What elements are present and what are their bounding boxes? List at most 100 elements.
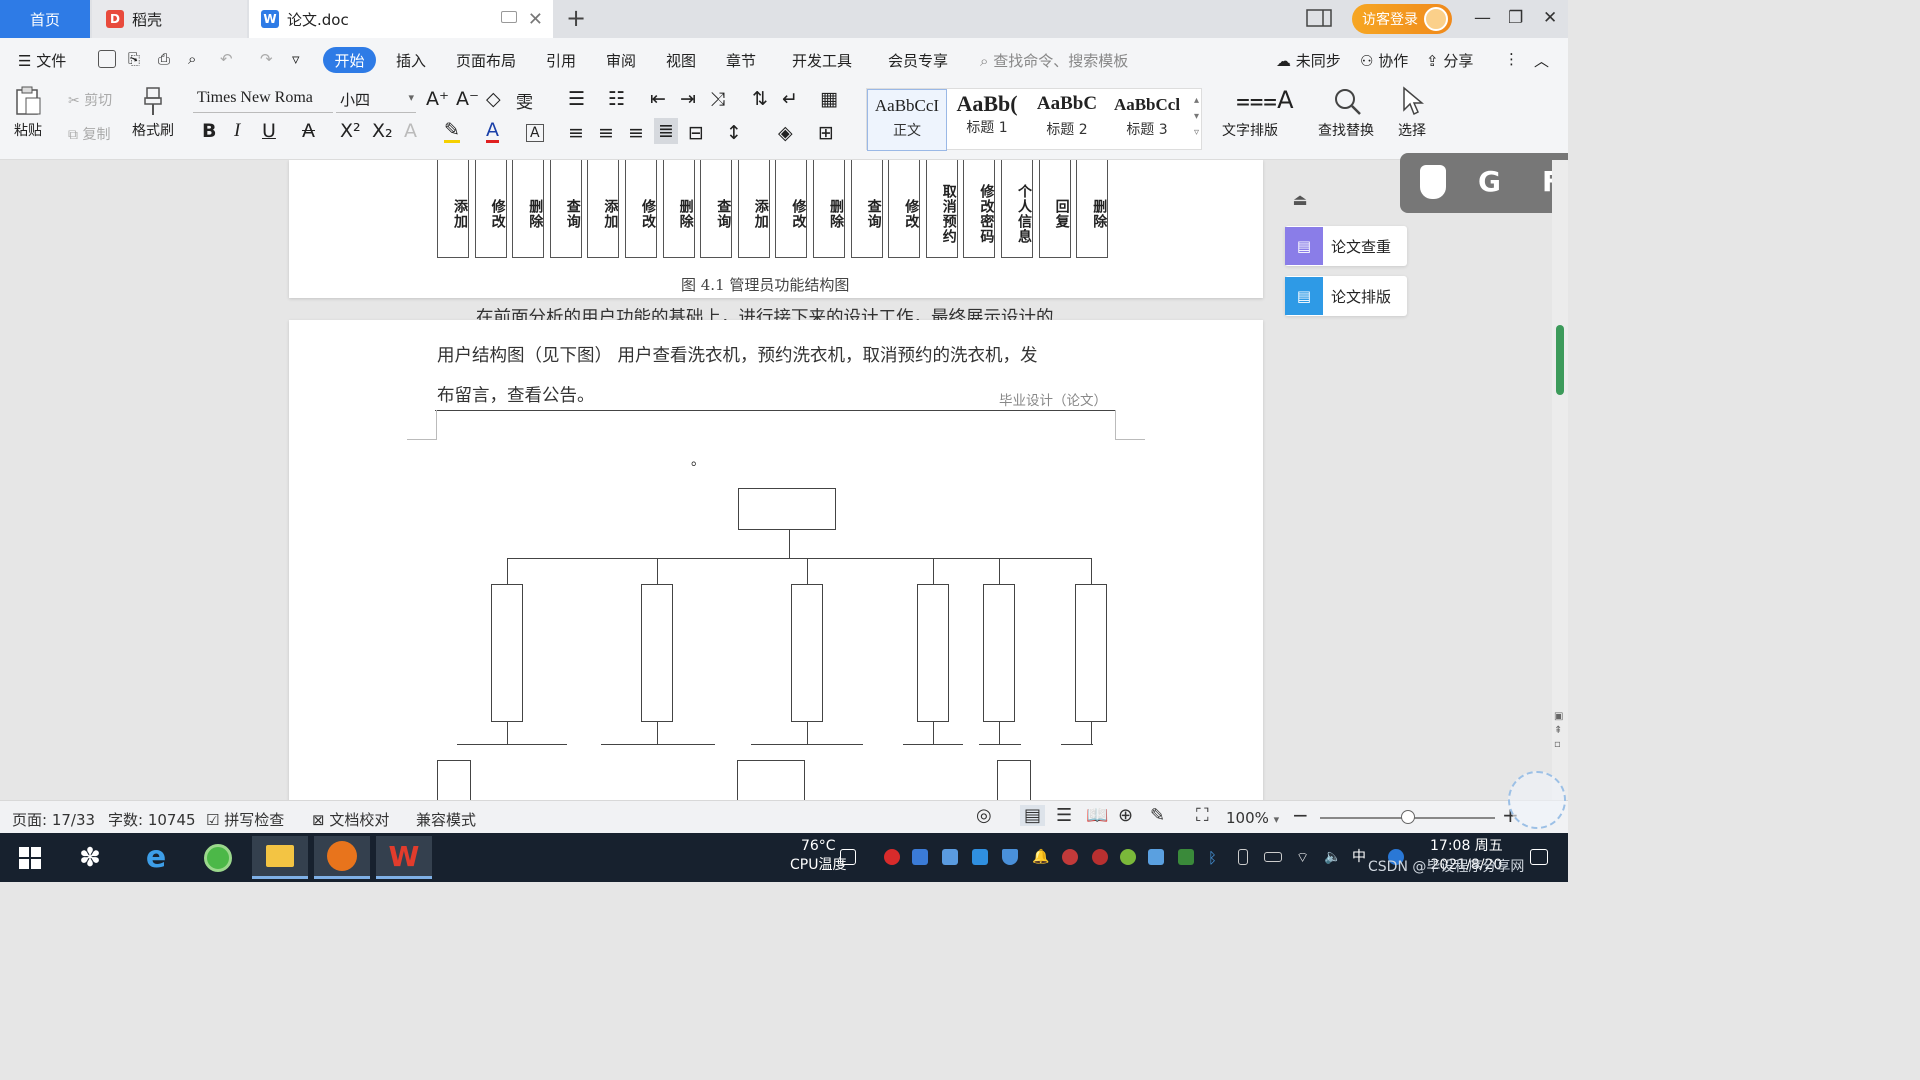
borders-icon[interactable]: ⊞ [818, 122, 834, 144]
font-name-select[interactable]: Times New Roma [193, 89, 333, 113]
tray-app-icon[interactable] [972, 849, 988, 865]
clear-format-icon[interactable]: ◇ [486, 88, 501, 110]
tray-app-icon[interactable] [1092, 849, 1108, 865]
menu-insert[interactable]: 插入 [396, 50, 426, 71]
menu-chapter[interactable]: 章节 [726, 50, 756, 71]
style-scroll-icon[interactable]: ▴ ▾ ▿ [1194, 93, 1199, 141]
assistant-robot-icon[interactable] [1508, 771, 1566, 829]
windows-start-icon[interactable] [2, 836, 58, 879]
keyboard-tray-icon[interactable] [840, 849, 856, 865]
increase-indent-icon[interactable]: ⇥ [680, 88, 696, 110]
restore-icon[interactable]: ❐ [1508, 8, 1523, 28]
outline-view-icon[interactable]: ☰ [1056, 805, 1072, 826]
zoom-out-icon[interactable]: − [1292, 803, 1309, 827]
text-effect-icon[interactable]: A [404, 120, 417, 142]
bluetooth-icon[interactable]: ᛒ [1208, 849, 1224, 867]
menu-references[interactable]: 引用 [546, 50, 576, 71]
wps-icon[interactable]: W [376, 836, 432, 879]
floating-letter-g[interactable]: G [1478, 165, 1501, 198]
recorder-app-icon[interactable] [314, 836, 370, 879]
tray-app-icon[interactable] [1120, 849, 1136, 865]
tab-daoke[interactable]: D 稻壳 [92, 0, 247, 38]
notification-center-icon[interactable] [1530, 849, 1548, 865]
copy-button[interactable]: ⧉ 复制 [68, 124, 110, 144]
style-heading-1[interactable]: AaBb( 标题 1 [947, 89, 1027, 151]
vertical-scrollbar[interactable]: ▣ ⇞ ▫ [1552, 160, 1568, 800]
collaborate-button[interactable]: ⚇ 协作 [1360, 50, 1408, 71]
find-replace-button[interactable]: 查找替换 [1318, 86, 1374, 140]
subscript-icon[interactable]: X₂ [372, 120, 393, 142]
tray-app-icon[interactable] [912, 849, 928, 865]
underline-icon[interactable]: U [262, 120, 276, 142]
spell-check-button[interactable]: ☑ 拼写检查 [206, 809, 284, 830]
bell-icon[interactable]: 🔔 [1032, 849, 1049, 865]
share-button[interactable]: ⇪ 分享 [1426, 50, 1473, 71]
guest-login-button[interactable]: 访客登录 [1352, 4, 1452, 34]
thesis-check-button[interactable]: ▤ 论文查重 [1285, 226, 1407, 266]
fit-page-icon[interactable]: ⛶ [1196, 805, 1209, 826]
highlight-icon[interactable]: ✎ [444, 120, 460, 143]
battery-icon[interactable] [1264, 852, 1282, 862]
char-border-icon[interactable]: A [526, 124, 544, 142]
shield-icon[interactable] [1002, 849, 1018, 865]
tray-app-icon[interactable] [942, 849, 958, 865]
page-nav-icon[interactable]: ▣ ⇞ ▫ [1554, 710, 1563, 752]
save-icon[interactable] [98, 50, 116, 68]
close-window-icon[interactable]: ✕ [1543, 8, 1557, 28]
file-explorer-icon[interactable] [252, 836, 308, 879]
command-search[interactable]: ⌕ 查找命令、搜索模板 [980, 50, 1128, 71]
file-menu[interactable]: ☰ 文件 [18, 50, 66, 71]
nvidia-icon[interactable] [1178, 849, 1194, 865]
text-layout-button[interactable]: ⩶A 文字排版 [1222, 86, 1294, 140]
thesis-layout-button[interactable]: ▤ 论文排版 [1285, 276, 1407, 316]
select-button[interactable]: 选择 [1398, 86, 1426, 140]
numbered-list-icon[interactable]: ☷ [608, 88, 625, 110]
shading-icon[interactable]: ◈ [778, 122, 793, 144]
reading-view-icon[interactable]: 📖 [1086, 805, 1108, 826]
word-count[interactable]: 字数: 10745 [108, 809, 196, 830]
align-left-icon[interactable]: ≡ [568, 122, 584, 144]
align-center-icon[interactable]: ≡ [598, 122, 614, 144]
redo-icon[interactable]: ↷ [260, 50, 273, 68]
menu-page-layout[interactable]: 页面布局 [456, 50, 516, 71]
decrease-indent-icon[interactable]: ⇤ [650, 88, 666, 110]
usb-icon[interactable] [1238, 849, 1248, 865]
style-heading-2[interactable]: AaBbC 标题 2 [1027, 89, 1107, 151]
menu-developer[interactable]: 开发工具 [792, 50, 852, 71]
window-mode-icon[interactable] [501, 11, 517, 23]
bold-icon[interactable]: B [202, 120, 216, 142]
cpu-temperature[interactable]: 76°C CPU温度 [790, 837, 846, 875]
scroll-thumb[interactable] [1556, 325, 1564, 395]
ie-browser-icon[interactable]: e [128, 836, 184, 879]
undo-icon[interactable]: ↶ [220, 50, 233, 68]
menu-review[interactable]: 审阅 [606, 50, 636, 71]
phonetic-guide-icon[interactable]: 雯 [516, 88, 533, 113]
justify-icon[interactable]: ≣ [654, 118, 678, 144]
grow-font-icon[interactable]: A⁺ [426, 88, 449, 110]
web-view-icon[interactable]: ⊕ [1118, 805, 1133, 826]
collapse-ribbon-icon[interactable]: ︿ [1534, 50, 1549, 71]
more-icon[interactable]: ⋮ [1504, 50, 1519, 68]
format-painter-button[interactable]: 格式刷 [132, 86, 174, 140]
tray-app-icon[interactable] [1062, 849, 1078, 865]
tab-document[interactable]: W 论文.doc ✕ [249, 0, 553, 38]
menu-view[interactable]: 视图 [666, 50, 696, 71]
page-indicator[interactable]: 页面: 17/33 [12, 809, 95, 830]
minimize-icon[interactable]: — [1474, 8, 1491, 28]
line-spacing-icon[interactable]: ↕ [726, 122, 742, 144]
print-preview-icon[interactable]: ⌕ [188, 50, 196, 68]
zoom-slider-handle[interactable] [1400, 810, 1415, 824]
wifi-icon[interactable]: ⌔ [1296, 849, 1312, 866]
align-right-icon[interactable]: ≡ [628, 122, 644, 144]
cut-button[interactable]: ✂ 剪切 [68, 90, 112, 110]
print-icon[interactable]: ⎙ [158, 50, 170, 68]
sort-icon[interactable]: ⇅ [752, 88, 768, 110]
paragraph-mark-icon[interactable]: ↵ [782, 88, 798, 110]
style-normal[interactable]: AaBbCcI 正文 [867, 89, 947, 151]
zoom-level[interactable]: 100% ▾ [1226, 809, 1279, 827]
bullet-list-icon[interactable]: ☰ [568, 88, 585, 110]
distributed-icon[interactable]: ⊟ [688, 122, 704, 144]
new-tab-icon[interactable]: + [566, 4, 586, 32]
sync-status[interactable]: ☁ 未同步 [1276, 50, 1341, 71]
superscript-icon[interactable]: X² [340, 120, 361, 142]
